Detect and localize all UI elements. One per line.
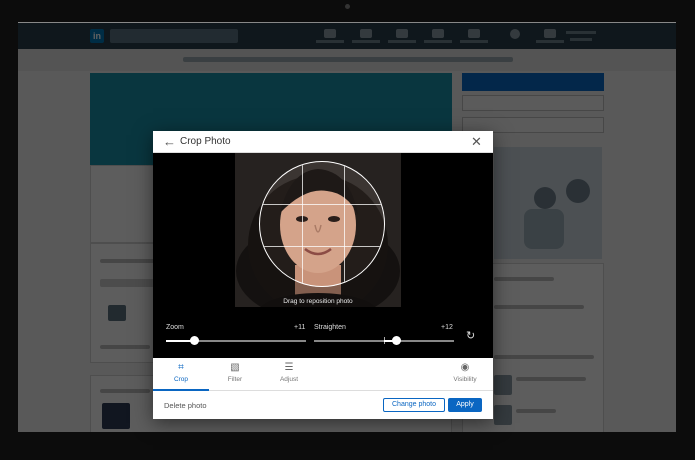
dialog-footer: Delete photo Change photo Apply (153, 391, 493, 419)
change-photo-button[interactable]: Change photo (383, 398, 445, 412)
photo-stage: Drag to reposition photo Zoom +11 Straig… (153, 153, 493, 358)
tab-visibility-label: Visibility (453, 376, 477, 383)
eye-icon: ◉ (460, 362, 470, 373)
tab-filter-label: Filter (227, 376, 243, 383)
back-arrow-icon[interactable]: ← (163, 134, 176, 150)
filter-icon: ▧ (230, 362, 240, 373)
tab-visibility[interactable]: ◉ Visibility (437, 358, 493, 391)
dialog-title: Crop Photo (180, 136, 231, 147)
tab-crop-label: Crop (173, 376, 189, 383)
zoom-label: Zoom (166, 324, 184, 331)
zoom-value: +11 (294, 324, 306, 331)
webcam-icon (345, 4, 350, 9)
straighten-value: +12 (441, 324, 453, 331)
monitor-bezel: in (0, 0, 695, 460)
profile-photo[interactable]: Drag to reposition photo (235, 153, 401, 307)
tab-adjust[interactable]: ☰ Adjust (261, 358, 317, 391)
apply-button[interactable]: Apply (448, 398, 482, 412)
reset-rotate-icon[interactable]: ↻ (466, 329, 475, 342)
tab-filter[interactable]: ▧ Filter (207, 358, 263, 391)
crop-photo-dialog: ← Crop Photo ✕ Drag to reposition photo … (153, 131, 493, 419)
edit-tabs: ⌗ Crop ▧ Filter ☰ Adjust ◉ Visibility (153, 358, 493, 391)
tab-adjust-label: Adjust (279, 376, 299, 383)
crop-icon: ⌗ (178, 362, 184, 373)
delete-photo-button[interactable]: Delete photo (164, 401, 207, 410)
reposition-hint: Drag to reposition photo (283, 298, 353, 305)
adjust-sliders-icon: ☰ (284, 362, 294, 373)
crop-circle-handle[interactable] (259, 161, 385, 287)
straighten-slider-thumb[interactable] (392, 336, 402, 345)
zoom-slider-thumb[interactable] (189, 336, 199, 345)
straighten-label: Straighten (314, 324, 346, 331)
dialog-header: ← Crop Photo ✕ (153, 131, 493, 153)
tab-crop[interactable]: ⌗ Crop (153, 358, 209, 391)
close-icon[interactable]: ✕ (471, 134, 482, 150)
